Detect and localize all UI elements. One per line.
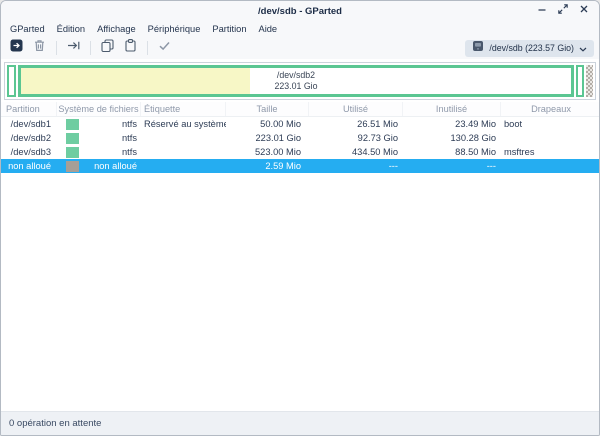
filesystem-name: ntfs: [122, 133, 137, 143]
menu-item-edition[interactable]: Édition: [51, 24, 91, 34]
partition-row--dev-sdb2[interactable]: /dev/sdb2 ntfs 223.01 Gio92.73 Gio130.28 G…: [1, 131, 599, 145]
disk-segment--dev-sdb3[interactable]: [576, 65, 584, 97]
window-controls: [535, 4, 599, 18]
size-cell: 223.01 Gio: [226, 131, 309, 145]
menu-item-peripherique[interactable]: Périphérique: [142, 24, 207, 34]
filesystem-color-swatch: [66, 119, 79, 130]
window-title: /dev/sdb - GParted: [1, 6, 599, 17]
menu-item-affichage[interactable]: Affichage: [91, 24, 142, 34]
close-button[interactable]: [577, 4, 591, 18]
toolbar-separator: [90, 41, 91, 55]
title-bar: /dev/sdb - GParted: [1, 1, 599, 21]
partition-cell: /dev/sdb1: [1, 117, 57, 131]
new-partition-button[interactable]: [6, 39, 27, 57]
new-partition-icon: [9, 38, 24, 58]
column-header-partition: Partition: [1, 102, 57, 116]
size-cell: 2.59 Mio: [226, 159, 309, 173]
menu-item-partition[interactable]: Partition: [206, 24, 252, 34]
column-header-label: Étiquette: [141, 102, 226, 116]
gparted-window: /dev/sdb - GParted GPartedÉd: [0, 0, 600, 436]
filesystem-color-swatch: [66, 161, 79, 172]
paste-partition-button[interactable]: [120, 39, 141, 57]
flags-cell: [501, 131, 599, 145]
filesystem-name: non alloué: [94, 161, 137, 171]
partition-table-body: /dev/sdb1 ntfs Réservé au système50.00 Mio…: [1, 117, 599, 173]
unused-cell: 130.28 Gio: [403, 131, 501, 145]
filesystem-cell: ntfs: [57, 117, 141, 131]
device-selector[interactable]: /dev/sdb (223.57 Gio): [465, 40, 594, 57]
trash-icon: [32, 38, 47, 58]
pending-operations-text: 0 opération en attente: [9, 418, 101, 429]
disk-segment--dev-sdb1[interactable]: [7, 65, 16, 97]
minimize-button[interactable]: [535, 4, 549, 18]
disk-visual-bar: /dev/sdb2223.01 Gio: [4, 62, 596, 100]
size-cell: 523.00 Mio: [226, 145, 309, 159]
filesystem-name: ntfs: [122, 147, 137, 157]
close-icon: [578, 2, 590, 20]
filesystem-cell: ntfs: [57, 131, 141, 145]
label-cell: [141, 145, 226, 159]
filesystem-color-swatch: [66, 147, 79, 158]
toolbar-separator: [56, 41, 57, 55]
label-cell: [141, 131, 226, 145]
resize-move-button[interactable]: [63, 39, 84, 57]
partition-cell: /dev/sdb3: [1, 145, 57, 159]
used-cell: 92.73 Gio: [309, 131, 403, 145]
status-bar: 0 opération en attente: [1, 411, 599, 435]
menu-item-aide[interactable]: Aide: [253, 24, 284, 34]
used-cell: 434.50 Mio: [309, 145, 403, 159]
unused-cell: 88.50 Mio: [403, 145, 501, 159]
copy-partition-button[interactable]: [97, 39, 118, 57]
restore-button[interactable]: [556, 4, 570, 18]
used-cell: ---: [309, 159, 403, 173]
menu-item-gparted[interactable]: GParted: [4, 24, 51, 34]
partition-table-header: PartitionSystème de fichiersÉtiquetteTai…: [1, 102, 599, 117]
column-header-size: Taille: [226, 102, 309, 116]
paste-icon: [123, 38, 138, 58]
partition-cell: /dev/sdb2: [1, 131, 57, 145]
unused-cell: 23.49 Mio: [403, 117, 501, 131]
label-cell: [141, 159, 226, 173]
filesystem-cell: non alloué: [57, 159, 141, 173]
disk-segment-non-allou-[interactable]: [586, 65, 593, 97]
restore-icon: [557, 2, 569, 20]
flags-cell: msftres: [501, 145, 599, 159]
filesystem-cell: ntfs: [57, 145, 141, 159]
toolbar-separator: [147, 41, 148, 55]
resize-arrow-icon: [66, 38, 81, 58]
flags-cell: boot: [501, 117, 599, 131]
apply-operations-button[interactable]: [154, 39, 175, 57]
disk-segment--dev-sdb2[interactable]: /dev/sdb2223.01 Gio: [18, 65, 574, 97]
main-content: /dev/sdb2223.01 Gio PartitionSystème de …: [1, 59, 599, 411]
partition-row-non-allou-[interactable]: non allouénon alloué2.59 Mio------: [1, 159, 599, 173]
delete-partition-button[interactable]: [29, 39, 50, 57]
label-cell: Réservé au système: [141, 117, 226, 131]
flags-cell: [501, 159, 599, 173]
chevron-down-icon: [579, 39, 587, 57]
checkmark-icon: [157, 38, 172, 58]
column-header-flags: Drapeaux: [501, 102, 599, 116]
device-selector-value: /dev/sdb (223.57 Gio): [489, 43, 574, 53]
used-cell: 26.51 Mio: [309, 117, 403, 131]
filesystem-name: ntfs: [122, 119, 137, 129]
partition-row--dev-sdb1[interactable]: /dev/sdb1 ntfs Réservé au système50.00 Mio…: [1, 117, 599, 131]
size-cell: 50.00 Mio: [226, 117, 309, 131]
toolbar: /dev/sdb (223.57 Gio): [1, 37, 599, 59]
minimize-icon: [536, 2, 548, 20]
partition-cell: non alloué: [1, 159, 57, 173]
copy-icon: [100, 38, 115, 58]
column-header-fs: Système de fichiers: [57, 102, 141, 116]
column-header-used: Utilisé: [309, 102, 403, 116]
menu-bar: GPartedÉditionAffichagePériphériqueParti…: [1, 21, 599, 37]
partition-table: PartitionSystème de fichiersÉtiquetteTai…: [1, 102, 599, 173]
disk-segment-label: /dev/sdb2223.01 Gio: [21, 68, 571, 94]
filesystem-color-swatch: [66, 133, 79, 144]
unused-cell: ---: [403, 159, 501, 173]
column-header-unused: Inutilisé: [403, 102, 501, 116]
partition-row--dev-sdb3[interactable]: /dev/sdb3 ntfs 523.00 Mio434.50 Mio88.50 M…: [1, 145, 599, 159]
disk-drive-icon: [472, 39, 484, 57]
